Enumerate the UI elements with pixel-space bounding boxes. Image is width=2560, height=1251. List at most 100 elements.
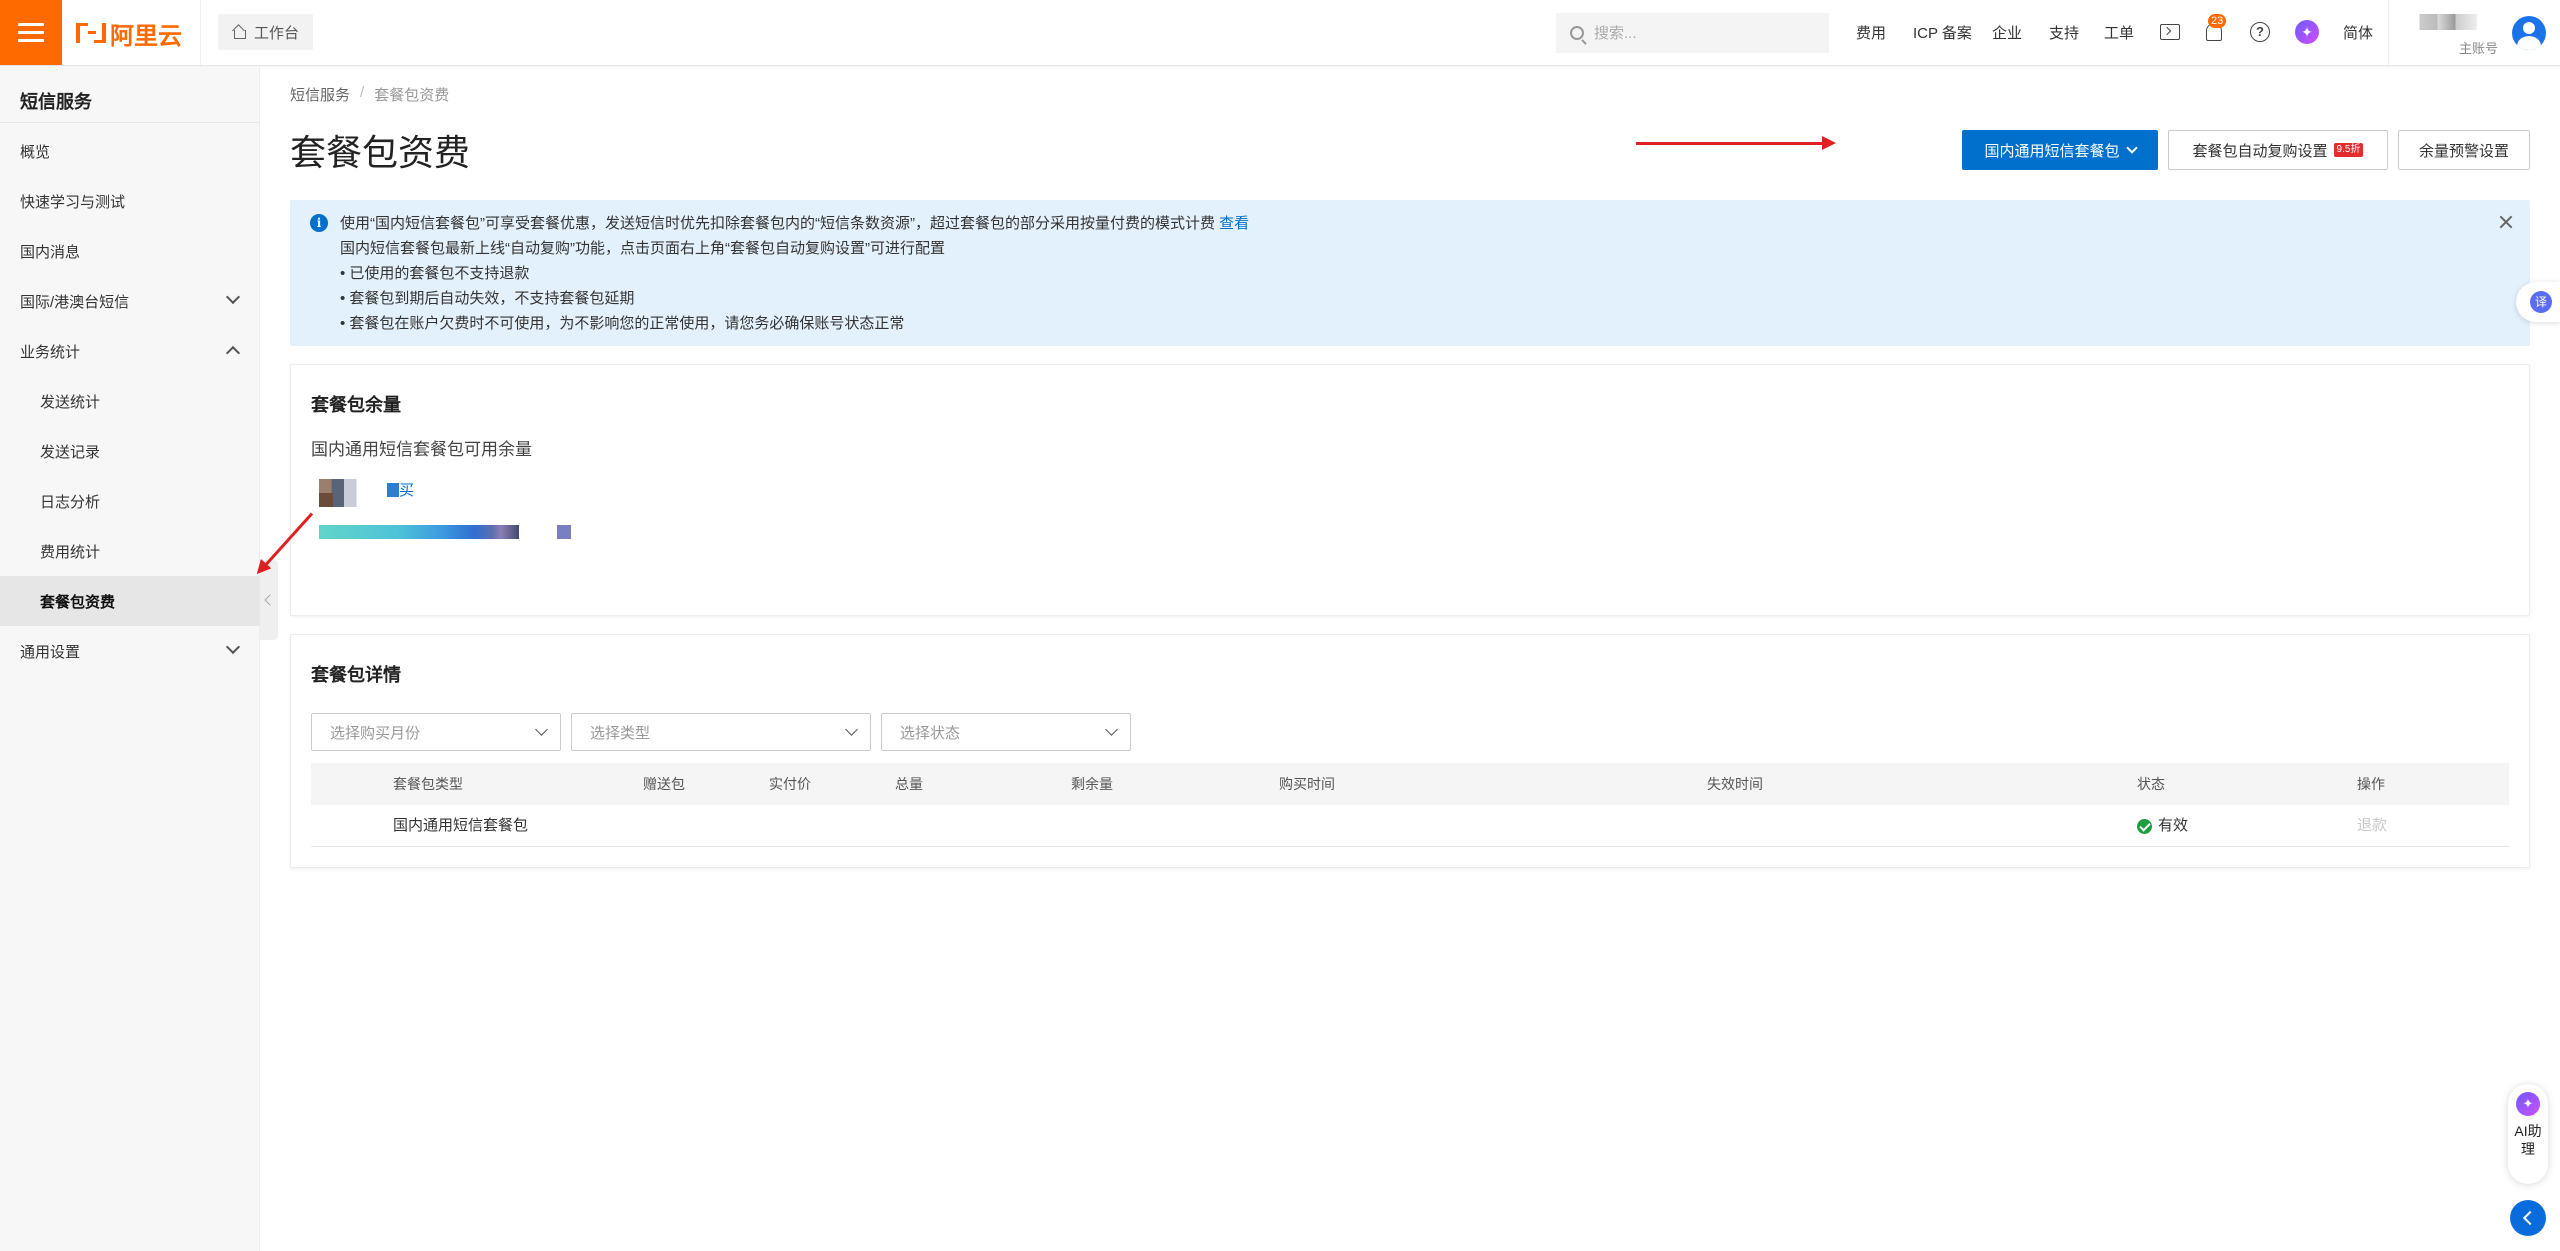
notice-line-5: • 套餐包在账户欠费时不可使用，为不影响您的正常使用，请您务必确保账号状态正常 (340, 315, 905, 332)
language-switch[interactable]: 简体 (2343, 0, 2373, 65)
status-select[interactable]: 选择状态 (881, 713, 1131, 751)
ai-assistant-label: AI助理 (2514, 1123, 2542, 1157)
aliyun-logo[interactable]: 阿里云 (76, 18, 182, 50)
notice-line-1: 使用“国内短信套餐包”可享受套餐优惠，发送短信时优先扣除套餐包内的“短信条数资源… (340, 215, 1250, 232)
sidebar-item-business-stats[interactable]: 业务统计 (0, 326, 260, 376)
nav-fees[interactable]: 费用 (1856, 0, 1886, 65)
balance-value-redacted (319, 479, 369, 507)
column-header: 剩余量 (1071, 776, 1113, 792)
chevron-down-icon (225, 639, 241, 655)
column-header: 实付价 (769, 776, 811, 792)
sidebar-item-package-fees[interactable]: 套餐包资费 (0, 576, 260, 626)
breadcrumb: 短信服务 / 套餐包资费 (290, 84, 449, 105)
chevron-left-icon[interactable] (2510, 1200, 2546, 1236)
balance-card: 套餐包余量 国内通用短信套餐包可用余量 买 (290, 364, 2530, 616)
close-icon[interactable] (2498, 214, 2514, 230)
sidebar-item-domestic-messages[interactable]: 国内消息 (0, 226, 260, 276)
sidebar-item-quick-start[interactable]: 快速学习与测试 (0, 176, 260, 226)
notice-line-4: • 套餐包到期后自动失效，不支持套餐包延期 (340, 290, 635, 307)
balance-card-title: 套餐包余量 (311, 395, 401, 415)
buy-link[interactable]: 买 (386, 479, 414, 500)
menu-icon[interactable] (0, 0, 62, 65)
refund-action[interactable]: 退款 (2357, 805, 2387, 847)
search-box[interactable] (1556, 13, 1829, 53)
nav-ticket[interactable]: 工单 (2104, 0, 2134, 65)
breadcrumb-separator: / (360, 84, 365, 101)
workbench-label: 工作台 (254, 24, 300, 42)
column-header: 总量 (895, 776, 923, 792)
info-notice: i 使用“国内短信套餐包”可享受套餐优惠，发送短信时优先扣除套餐包内的“短信条数… (290, 200, 2530, 346)
chevron-down-icon (2125, 142, 2138, 154)
chevron-up-icon (225, 345, 241, 361)
avatar[interactable] (2512, 16, 2546, 50)
balance-alert-settings-button[interactable]: 余量预警设置 (2398, 130, 2530, 170)
purchase-month-select[interactable]: 选择购买月份 (311, 713, 561, 751)
page-title: 套餐包资费 (290, 132, 471, 173)
chevron-down-icon (535, 723, 548, 736)
ai-star-icon: ✦ (2516, 1092, 2540, 1116)
column-header: 状态 (2137, 776, 2165, 792)
ai-star-icon: ✦ (2295, 20, 2319, 44)
translate-icon: 译 (2530, 291, 2552, 313)
column-header: 操作 (2357, 776, 2385, 792)
balance-label: 国内通用短信套餐包可用余量 (311, 440, 532, 459)
ai-assistant-button[interactable]: ✦ (2295, 20, 2319, 44)
home-icon (232, 25, 246, 39)
sidebar-item-send-records[interactable]: 发送记录 (0, 426, 260, 476)
help-icon: ? (2250, 22, 2270, 42)
column-header: 赠送包 (643, 776, 685, 792)
chevron-down-icon (845, 723, 858, 736)
breadcrumb-current: 套餐包资费 (374, 87, 450, 104)
account-name-redacted (2405, 14, 2477, 30)
terminal-icon (2160, 24, 2180, 40)
column-header: 购买时间 (1279, 776, 1335, 792)
annotation-arrow-right (1636, 136, 1836, 150)
nav-icp[interactable]: ICP 备案 (1913, 0, 1972, 65)
check-circle-icon (2137, 818, 2152, 834)
notice-view-link[interactable]: 查看 (1219, 215, 1249, 232)
help-button[interactable]: ? (2248, 20, 2272, 44)
account-role: 主账号 (2459, 41, 2499, 56)
discount-badge: 9.5折 (2333, 143, 2364, 157)
type-select[interactable]: 选择类型 (571, 713, 871, 751)
sidebar-item-log-analysis[interactable]: 日志分析 (0, 476, 260, 526)
notice-line-3: • 已使用的套餐包不支持退款 (340, 265, 530, 282)
divider (200, 0, 201, 65)
divider (0, 122, 260, 123)
sidebar: 短信服务 概览 快速学习与测试 国内消息 国际/港澳台短信 业务统计 发送统计 … (0, 66, 260, 1251)
info-icon: i (310, 214, 328, 232)
sidebar-item-general-settings[interactable]: 通用设置 (0, 626, 260, 676)
sidebar-item-international-sms[interactable]: 国际/港澳台短信 (0, 276, 260, 326)
search-input[interactable] (1594, 24, 1814, 42)
status-cell: 有效 (2137, 805, 2188, 847)
nav-enterprise[interactable]: 企业 (1992, 0, 2022, 65)
package-type-cell: 国内通用短信套餐包 (393, 817, 529, 834)
balance-progress-redacted (319, 525, 541, 539)
cloud-shell-button[interactable] (2158, 20, 2182, 44)
search-icon (1570, 26, 1584, 40)
sidebar-title: 短信服务 (20, 92, 92, 112)
sidebar-item-cost-stats[interactable]: 费用统计 (0, 526, 260, 576)
notification-badge: 23 (2208, 14, 2227, 28)
top-navigation-bar: 阿里云 工作台 费用 ICP 备案 企业 支持 工单 23 ? ✦ 简体 主账号 (0, 0, 2560, 66)
translate-button[interactable]: 译 (2516, 282, 2560, 322)
balance-progress-marker (557, 525, 571, 539)
sidebar-item-send-stats[interactable]: 发送统计 (0, 376, 260, 426)
workbench-button[interactable]: 工作台 (218, 14, 314, 50)
sidebar-item-overview[interactable]: 概览 (0, 126, 260, 176)
package-table: 套餐包类型 赠送包 实付价 总量 剩余量 购买时间 失效时间 状态 操作 国内通… (311, 763, 2509, 847)
ai-assistant-panel[interactable]: ✦ AI助理 (2508, 1084, 2548, 1184)
nav-support[interactable]: 支持 (2049, 0, 2079, 65)
auto-renew-settings-button[interactable]: 套餐包自动复购设置 9.5折 (2168, 130, 2388, 170)
column-header: 套餐包类型 (393, 776, 463, 792)
details-card: 套餐包详情 选择购买月份 选择类型 选择状态 套餐包类型 赠送包 实付价 总量 … (290, 634, 2530, 868)
table-header: 套餐包类型 赠送包 实付价 总量 剩余量 购买时间 失效时间 状态 操作 (311, 763, 2509, 805)
table-row: 国内通用短信套餐包 有效 退款 (311, 805, 2509, 847)
buy-domestic-package-button[interactable]: 国内通用短信套餐包 (1962, 130, 2158, 170)
column-header: 失效时间 (1707, 776, 1763, 792)
details-card-title: 套餐包详情 (311, 665, 401, 685)
chevron-down-icon (1105, 723, 1118, 736)
notice-line-2: 国内短信套餐包最新上线“自动复购”功能，点击页面右上角“套餐包自动复购设置”可进… (340, 240, 945, 257)
breadcrumb-root[interactable]: 短信服务 (290, 84, 350, 105)
chevron-down-icon (225, 289, 241, 305)
